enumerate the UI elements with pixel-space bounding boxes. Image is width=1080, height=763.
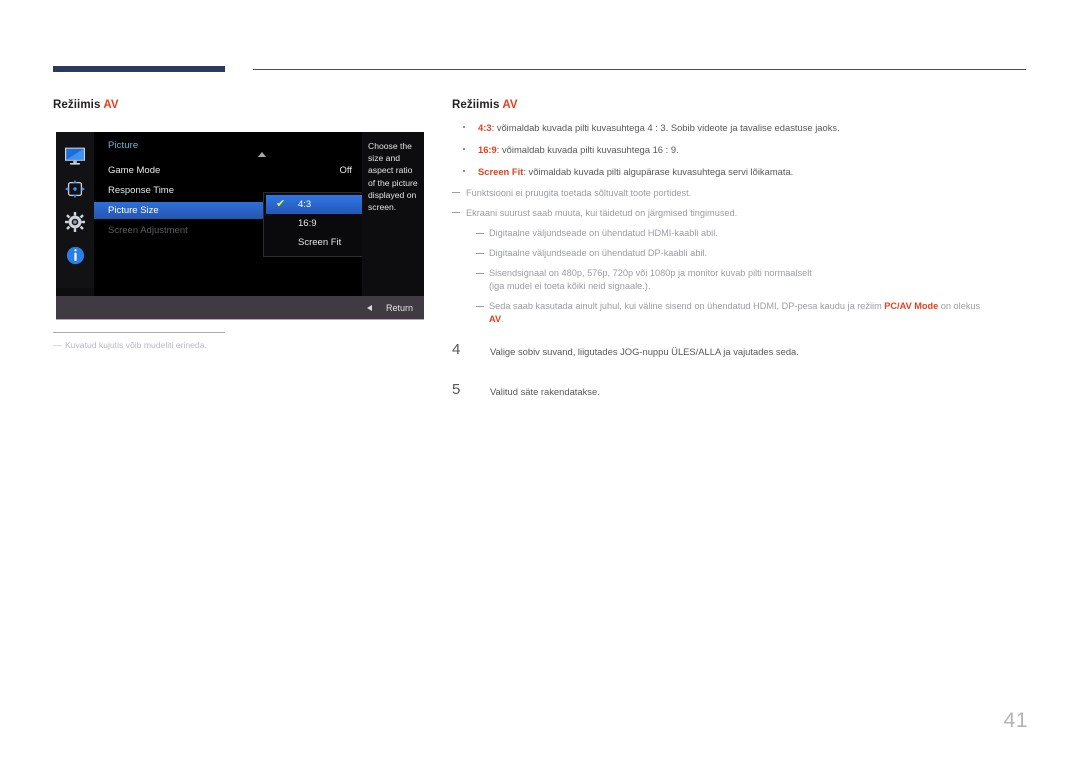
submenu-item-label: Screen Fit xyxy=(298,237,342,248)
osd-screenshot: Picture Game Mode Off Response Time Pict… xyxy=(56,132,424,320)
footnote-dash: ― xyxy=(53,340,62,351)
subnote-highlight: PC/AV Mode xyxy=(884,301,939,311)
bullet-16-9: 16:9: võimaldab kuvada pilti kuvasuhtega… xyxy=(452,143,1030,156)
information-icon[interactable] xyxy=(63,243,87,267)
bullet-text: : võimaldab kuvada pilti kuvasuhtega 16 … xyxy=(496,144,679,155)
subnote-text-after: on olekus xyxy=(938,301,981,311)
left-column: Režiimis AV xyxy=(53,98,433,112)
osd-row-label: Picture Size xyxy=(108,205,159,216)
step-4: 4 Valige sobiv suvand, liigutades JOG-nu… xyxy=(452,341,1030,366)
subnote-input-signal: Sisendsignaal on 480p, 576p, 720p või 10… xyxy=(476,267,1030,293)
subnote-last-highlight: AV xyxy=(489,314,502,324)
subnote-text: Digitaalne väljundseade on ühendatud DP-… xyxy=(489,248,708,258)
monitor-icon[interactable] xyxy=(63,144,87,168)
bullet-term: 16:9 xyxy=(478,144,497,155)
page-number: 41 xyxy=(1003,709,1028,732)
subnote-text: Digitaalne väljundseade on ühendatud HDM… xyxy=(489,228,718,238)
note-text: Funktsiooni ei pruugita toetada sõltuval… xyxy=(466,188,692,198)
osd-row-game-mode[interactable]: Game Mode Off xyxy=(94,162,362,179)
subnote-text-before: Seda saab kasutada ainult juhul, kui väl… xyxy=(489,301,885,311)
step-text: Valige sobiv suvand, liigutades JOG-nupp… xyxy=(490,346,799,357)
subnote-hdmi-cable: Digitaalne väljundseade on ühendatud HDM… xyxy=(476,227,1030,240)
osd-menu-title: Picture xyxy=(108,140,139,151)
bullet-term: Screen Fit xyxy=(478,166,524,177)
subnote-continuation: (iga mudel ei toeta kõiki neid signaale.… xyxy=(489,281,651,291)
step-text: Valitud säte rakendatakse. xyxy=(490,386,600,397)
header-rule-thick xyxy=(53,66,225,72)
footnote-text: Kuvatud kujutis võib mudeliti erineda. xyxy=(65,340,207,351)
subnote-dp-cable: Digitaalne väljundseade on ühendatud DP-… xyxy=(476,247,1030,260)
subnote-pc-av-mode: Seda saab kasutada ainult juhul, kui väl… xyxy=(476,300,1030,326)
bullet-dot-icon xyxy=(463,148,466,151)
note-text: Ekraani suurust saab muuta, kui täidetud… xyxy=(466,208,738,218)
option-bullet-list: 4:3: võimaldab kuvada pilti kuvasuhtega … xyxy=(452,121,1030,178)
subnote-text: Sisendsignaal on 480p, 576p, 720p või 10… xyxy=(489,268,812,278)
left-footnote-block: ― Kuvatud kujutis võib mudeliti erineda. xyxy=(53,332,393,351)
bullet-screen-fit: Screen Fit: võimaldab kuvada pilti algup… xyxy=(452,165,1030,178)
right-heading-mode: AV xyxy=(502,99,518,111)
note-port-support: Funktsiooni ei pruugita toetada sõltuval… xyxy=(452,187,1030,200)
subnote-dash-icon xyxy=(476,273,484,275)
osd-row-label: Response Time xyxy=(108,185,175,196)
step-number: 5 xyxy=(452,381,461,398)
gear-icon[interactable] xyxy=(63,210,87,234)
submenu-item-label: 16:9 xyxy=(298,218,317,229)
onscreen-display-icon[interactable] xyxy=(63,177,87,201)
bullet-dot-icon xyxy=(463,126,466,129)
subnote-dash-icon xyxy=(476,233,484,235)
left-heading-prefix: Režiimis xyxy=(53,99,104,111)
scroll-up-arrow-icon[interactable] xyxy=(258,152,266,157)
footnote-line: ― Kuvatud kujutis võib mudeliti erineda. xyxy=(53,339,393,351)
right-section-heading: Režiimis AV xyxy=(452,98,1030,112)
subnote-last-after: . xyxy=(501,314,504,324)
osd-row-label: Screen Adjustment xyxy=(108,225,188,236)
subnote-dash-icon xyxy=(476,306,484,308)
footnote-rule xyxy=(53,332,225,334)
osd-row-label: Game Mode xyxy=(108,165,161,176)
left-section-heading: Režiimis AV xyxy=(53,98,433,112)
note-dash-icon xyxy=(452,192,460,194)
left-heading-mode: AV xyxy=(103,99,119,111)
submenu-item-label: 4:3 xyxy=(298,199,312,210)
subnote-list: Digitaalne väljundseade on ühendatud HDM… xyxy=(476,227,1030,326)
subnote-dash-icon xyxy=(476,253,484,255)
osd-icon-sidebar xyxy=(56,132,94,288)
page-header-rules xyxy=(0,0,1080,90)
osd-row-value: Off xyxy=(339,165,353,176)
bullet-text: : võimaldab kuvada pilti kuvasuhtega 4 :… xyxy=(491,122,840,133)
check-icon: ✔ xyxy=(276,198,286,210)
bullet-dot-icon xyxy=(463,170,466,173)
bullet-text: : võimaldab kuvada pilti algupärase kuva… xyxy=(523,166,794,177)
right-column: Režiimis AV 4:3: võimaldab kuvada pilti … xyxy=(452,98,1030,422)
right-heading-prefix: Režiimis xyxy=(452,99,503,111)
left-arrow-icon[interactable] xyxy=(366,304,372,311)
note-screen-size-conditions: Ekraani suurust saab muuta, kui täidetud… xyxy=(452,207,1030,220)
bullet-4-3: 4:3: võimaldab kuvada pilti kuvasuhtega … xyxy=(452,121,1030,134)
step-number: 4 xyxy=(452,341,461,358)
header-rule-thin xyxy=(253,69,1026,71)
note-dash-icon xyxy=(452,212,460,214)
step-5: 5 Valitud säte rakendatakse. xyxy=(452,381,1030,406)
subnote-last-line: AV. xyxy=(489,313,1030,326)
osd-help-text: Choose the size and aspect ratio of the … xyxy=(362,132,424,296)
osd-bottom-bar: Return xyxy=(56,296,424,320)
bullet-term: 4:3 xyxy=(478,122,492,133)
return-label[interactable]: Return xyxy=(386,303,413,313)
step-list: 4 Valige sobiv suvand, liigutades JOG-nu… xyxy=(452,341,1030,406)
